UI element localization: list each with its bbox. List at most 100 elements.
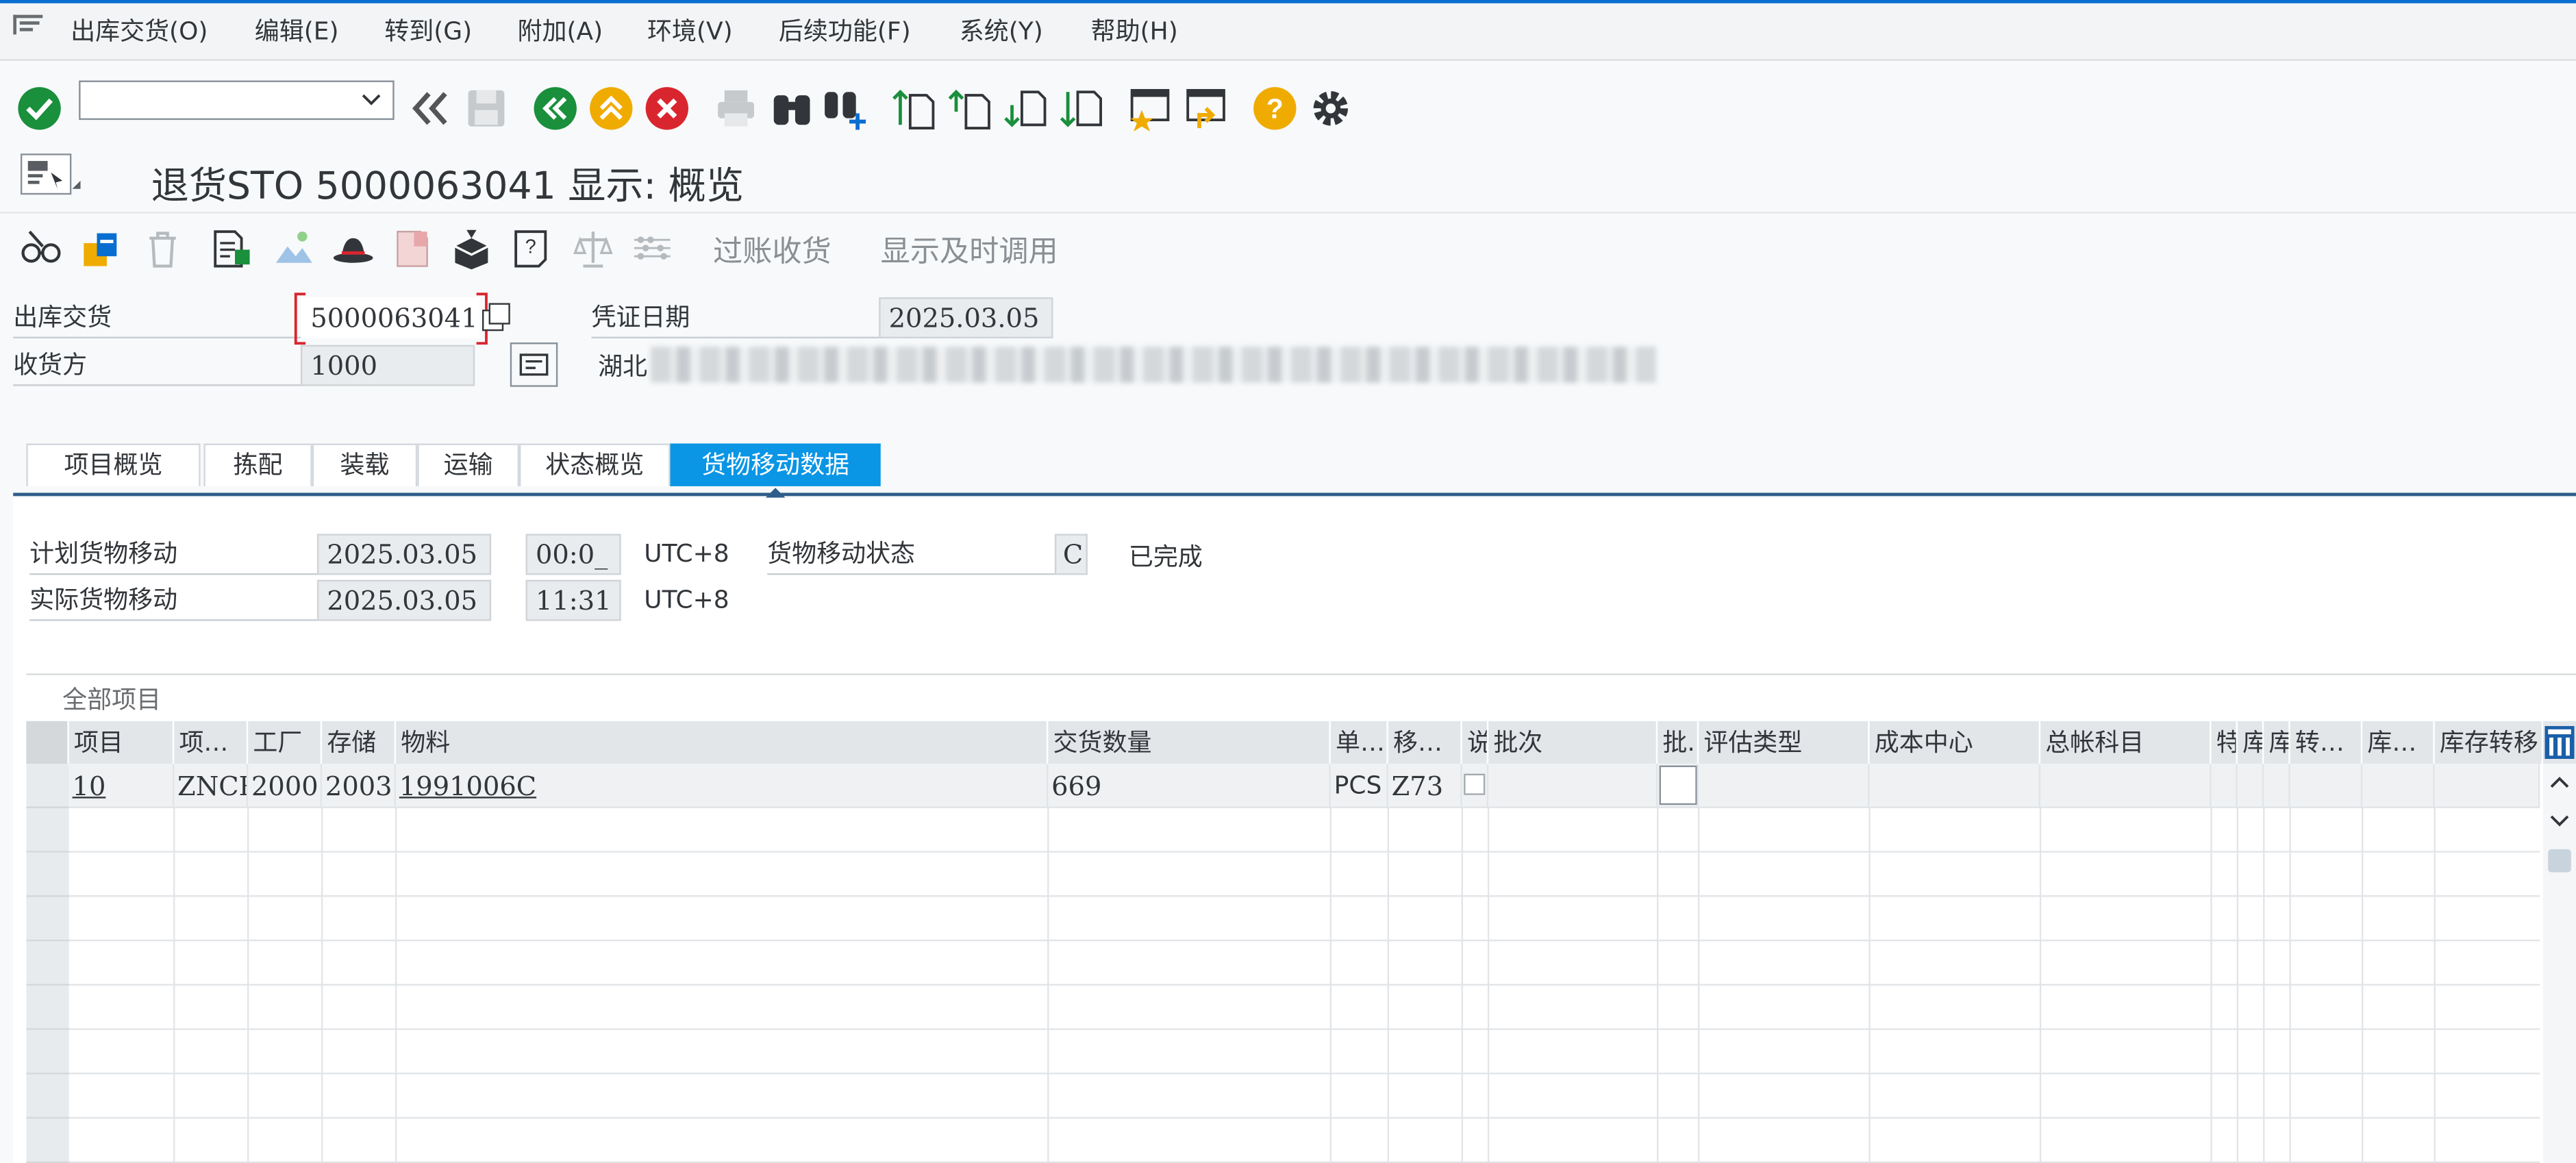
row-selector[interactable] xyxy=(26,852,69,897)
col-item[interactable]: 项目 xyxy=(69,721,175,764)
col-cost-center[interactable]: 成本中心 xyxy=(1870,721,2041,764)
col-movement-type[interactable]: 移… xyxy=(1388,721,1462,764)
tab-transport[interactable]: 运输 xyxy=(417,443,519,486)
first-page-icon[interactable] xyxy=(890,86,936,132)
find-icon[interactable] xyxy=(769,86,815,132)
actual-gm-time-field[interactable]: 11:31 xyxy=(525,579,621,621)
packing-box-icon[interactable] xyxy=(450,227,492,270)
display-timely-call-button[interactable]: 显示及时调用 xyxy=(881,228,1058,271)
last-page-icon[interactable] xyxy=(1058,86,1104,132)
previous-page-icon[interactable] xyxy=(947,86,992,132)
col-transfer[interactable]: 转… xyxy=(2290,721,2363,764)
col-batch-split[interactable]: 批. xyxy=(1658,721,1699,764)
checkbox-icon[interactable] xyxy=(1464,773,1486,795)
col-stock-transfer[interactable]: 库存转移 xyxy=(2435,721,2544,764)
row-selector[interactable] xyxy=(26,1118,69,1163)
row-selector[interactable] xyxy=(26,808,69,853)
select-all-header[interactable] xyxy=(26,721,69,764)
delete-trash-icon[interactable] xyxy=(141,227,184,269)
menu-system[interactable]: 系统(Y) xyxy=(960,13,1043,47)
col-batch[interactable]: 批次 xyxy=(1488,721,1658,764)
cell-delivery-quantity: 669 xyxy=(1048,764,1331,808)
col-description[interactable]: 说 xyxy=(1462,721,1489,764)
chevron-down-icon[interactable] xyxy=(360,87,383,110)
row-selector[interactable] xyxy=(26,941,69,986)
cancel-icon[interactable] xyxy=(644,86,690,132)
row-selector[interactable] xyxy=(26,1029,69,1075)
new-session-icon[interactable] xyxy=(1127,86,1173,132)
next-page-icon[interactable] xyxy=(1002,86,1048,132)
cell-item[interactable]: 10 xyxy=(69,764,175,808)
batch-split-input[interactable] xyxy=(1659,765,1697,805)
menu-icon[interactable] xyxy=(13,14,43,38)
column-settings-icon[interactable] xyxy=(2544,726,2575,760)
abacus-icon[interactable] xyxy=(631,227,673,269)
enter-check-icon[interactable] xyxy=(16,86,62,132)
col-delivery-quantity[interactable]: 交货数量 xyxy=(1048,721,1331,764)
col-plant[interactable]: 工厂 xyxy=(248,721,323,764)
display-change-glasses-icon[interactable] xyxy=(20,227,62,269)
message-log-icon[interactable] xyxy=(391,227,434,269)
vertical-scrollbar[interactable] xyxy=(2543,764,2576,1163)
scroll-down-icon[interactable] xyxy=(2550,813,2570,829)
col-gl-account[interactable]: 总帐科目 xyxy=(2040,721,2212,764)
col-item-category[interactable]: 项… xyxy=(174,721,249,764)
other-delivery-icon[interactable] xyxy=(79,227,121,269)
menu-environment[interactable]: 环境(V) xyxy=(647,13,733,47)
find-next-icon[interactable] xyxy=(821,86,867,132)
col-stock-a[interactable]: 库 xyxy=(2238,721,2264,764)
row-selector[interactable] xyxy=(26,1074,69,1119)
mountain-status-icon[interactable] xyxy=(273,227,315,269)
table-row[interactable]: 10 ZNCR 2000 2003 1991006C 669 PCS Z73 xyxy=(68,764,2540,808)
col-storage-location[interactable]: 存储 xyxy=(322,721,397,764)
row-selector[interactable] xyxy=(26,985,69,1030)
tab-picking[interactable]: 拣配 xyxy=(203,443,312,486)
hat-icon[interactable] xyxy=(332,227,375,269)
tab-loading[interactable]: 装载 xyxy=(312,443,418,486)
recipient-name-redacted xyxy=(650,347,1656,383)
scroll-thumb[interactable] xyxy=(2548,849,2571,873)
planned-gm-date-field[interactable]: 2025.03.05 xyxy=(316,534,492,575)
cell-material[interactable]: 1991006C xyxy=(396,764,1049,808)
settings-gear-icon[interactable] xyxy=(1308,86,1353,132)
address-card-icon[interactable] xyxy=(510,342,559,388)
document-date-field[interactable]: 2025.03.05 xyxy=(879,297,1053,339)
copy-window-icon[interactable] xyxy=(482,302,511,332)
tab-status-overview[interactable]: 状态概览 xyxy=(518,443,671,486)
scroll-up-icon[interactable] xyxy=(2550,774,2570,790)
planned-gm-time-field[interactable]: 00:0_ xyxy=(525,534,621,575)
col-stock-b[interactable]: 库 xyxy=(2264,721,2290,764)
col-unit[interactable]: 单… xyxy=(1331,721,1388,764)
menu-follow-on[interactable]: 后续功能(F) xyxy=(779,13,911,47)
col-stock-c[interactable]: 库… xyxy=(2362,721,2435,764)
balance-scale-icon[interactable] xyxy=(572,227,614,269)
row-selector[interactable] xyxy=(26,764,69,808)
tab-item-overview[interactable]: 项目概览 xyxy=(26,443,201,486)
gm-status-code-field[interactable]: C xyxy=(1054,534,1088,575)
command-field[interactable] xyxy=(79,80,395,121)
document-flow-icon[interactable] xyxy=(210,227,253,269)
save-icon[interactable] xyxy=(463,86,509,132)
row-selector[interactable] xyxy=(26,897,69,942)
screen-menu-icon[interactable] xyxy=(20,153,82,199)
menu-extras[interactable]: 附加(A) xyxy=(518,13,603,47)
exit-icon[interactable] xyxy=(588,86,634,132)
help-icon[interactable]: ? xyxy=(1252,86,1298,132)
menu-outbound-delivery[interactable]: 出库交货(O) xyxy=(71,13,208,47)
output-document-icon[interactable]: ? xyxy=(510,227,552,269)
print-icon[interactable] xyxy=(713,86,759,132)
menu-help[interactable]: 帮助(H) xyxy=(1091,13,1178,47)
menu-edit[interactable]: 编辑(E) xyxy=(255,13,339,47)
post-goods-receipt-button[interactable]: 过账收货 xyxy=(713,228,831,271)
actual-gm-date-field[interactable]: 2025.03.05 xyxy=(316,579,492,621)
cell-batch-split[interactable] xyxy=(1658,764,1699,808)
col-special-stock[interactable]: 特 xyxy=(2212,721,2238,764)
back-icon[interactable] xyxy=(532,86,578,132)
col-material[interactable]: 物料 xyxy=(396,721,1049,764)
double-chevron-left-icon[interactable] xyxy=(408,86,453,132)
recipient-field[interactable]: 1000 xyxy=(300,345,475,386)
shortcut-icon[interactable] xyxy=(1183,86,1229,132)
menu-goto[interactable]: 转到(G) xyxy=(384,13,472,47)
tab-goods-movement-data[interactable]: 货物移动数据 xyxy=(670,443,881,486)
col-valuation-type[interactable]: 评估类型 xyxy=(1699,721,1870,764)
